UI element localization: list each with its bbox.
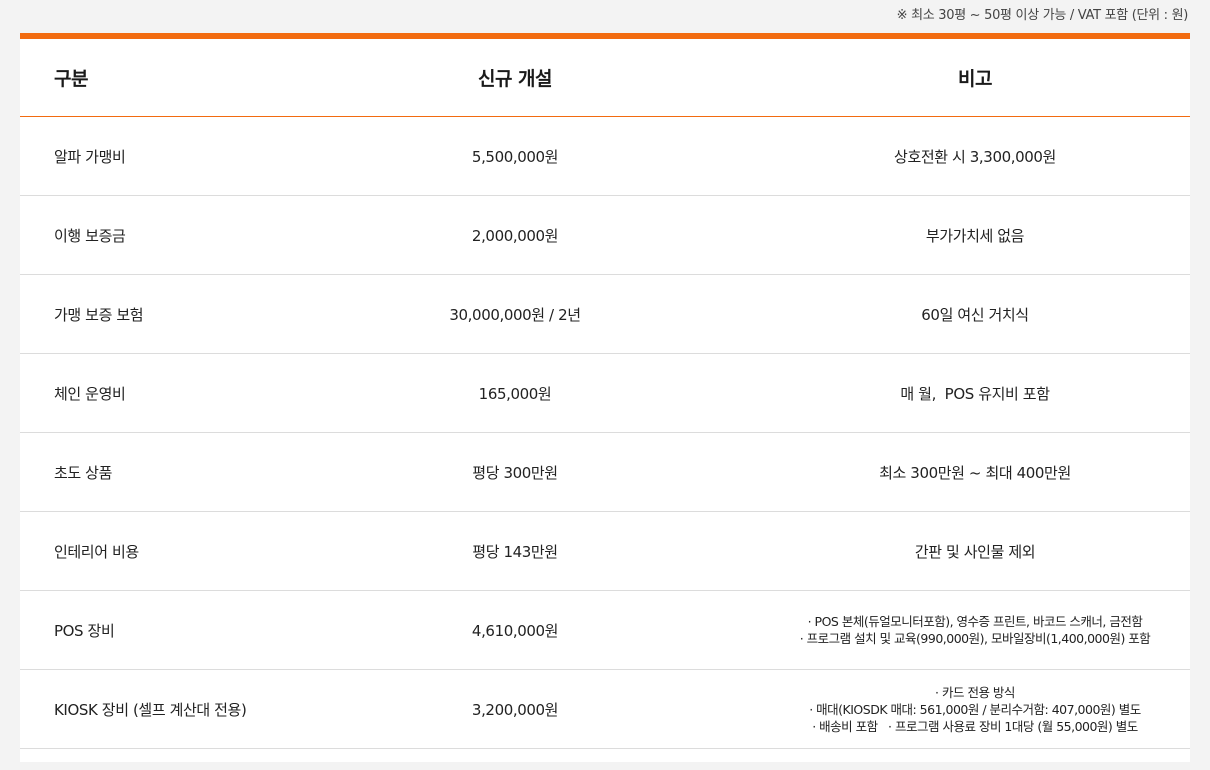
header-category: 구분 (54, 68, 88, 90)
row-remarks: 간판 및 사인물 제외 (914, 542, 1036, 561)
row-value: 165,000원 (478, 384, 552, 403)
row-value: 2,000,000원 (471, 226, 559, 245)
row-remarks: 부가가치세 없음 (925, 226, 1025, 245)
row-remarks: 60일 여신 거치식 (921, 305, 1029, 324)
row-category: 이행 보증금 (54, 226, 126, 245)
table-row: KIOSK 장비 (셀프 계산대 전용) 3,200,000원 · 카드 전용 … (20, 670, 1190, 749)
row-value: 5,500,000원 (471, 147, 559, 166)
table-row: 알파 가맹비 5,500,000원 상호전환 시 3,300,000원 (20, 117, 1190, 196)
table-row: 이행 보증금 2,000,000원 부가가치세 없음 (20, 196, 1190, 275)
table-row: 초도 상품 평당 300만원 최소 300만원 ~ 최대 400만원 (20, 433, 1190, 512)
row-value: 30,000,000원 / 2년 (449, 305, 581, 324)
remark-line: · POS 본체(듀얼모니터포함), 영수증 프린트, 바코드 스캐너, 금전함 (807, 614, 1143, 629)
row-remarks: · 카드 전용 방식 · 매대(KIOSDK 매대: 561,000원 / 분리… (765, 670, 1185, 748)
row-category: 알파 가맹비 (54, 147, 126, 166)
row-category: 체인 운영비 (54, 384, 126, 403)
row-category: KIOSK 장비 (셀프 계산대 전용) (54, 700, 247, 719)
vat-note: ※ 최소 30평 ~ 50평 이상 가능 / VAT 포함 (단위 : 원) (0, 0, 1210, 33)
table-row: POS 장비 4,610,000원 · POS 본체(듀얼모니터포함), 영수증… (20, 591, 1190, 670)
row-category: 초도 상품 (54, 463, 112, 482)
remark-line: · 배송비 포함 · 프로그램 사용료 장비 1대당 (월 55,000원) 별… (812, 718, 1138, 734)
table-row: 인테리어 비용 평당 143만원 간판 및 사인물 제외 (20, 512, 1190, 591)
header-new-opening: 신규 개설 (477, 68, 553, 90)
table-row: 가맹 보증 보험 30,000,000원 / 2년 60일 여신 거치식 (20, 275, 1190, 354)
row-value: 평당 300만원 (472, 463, 558, 482)
remark-line: · 매대(KIOSDK 매대: 561,000원 / 분리수거함: 407,00… (809, 701, 1141, 717)
table-row: 체인 운영비 165,000원 매 월, POS 유지비 포함 (20, 354, 1190, 433)
row-value: 3,200,000원 (471, 700, 559, 719)
row-remarks: · POS 본체(듀얼모니터포함), 영수증 프린트, 바코드 스캐너, 금전함… (765, 591, 1185, 669)
remark-line: · 프로그램 설치 및 교육(990,000원), 모바일장비(1,400,00… (799, 631, 1151, 646)
row-value: 평당 143만원 (472, 542, 558, 561)
row-remarks: 상호전환 시 3,300,000원 (894, 147, 1056, 166)
row-category: 가맹 보증 보험 (54, 305, 144, 324)
remark-line: · 카드 전용 방식 (935, 684, 1015, 700)
row-category: 인테리어 비용 (54, 542, 139, 561)
header-remarks: 비고 (958, 68, 992, 90)
row-category: POS 장비 (54, 621, 115, 640)
row-remarks: 매 월, POS 유지비 포함 (900, 384, 1050, 403)
table-header: 구분 신규 개설 비고 (20, 39, 1190, 117)
row-remarks: 최소 300만원 ~ 최대 400만원 (879, 463, 1071, 482)
fee-table: 구분 신규 개설 비고 알파 가맹비 5,500,000원 상호전환 시 3,3… (20, 33, 1190, 762)
row-value: 4,610,000원 (471, 621, 559, 640)
